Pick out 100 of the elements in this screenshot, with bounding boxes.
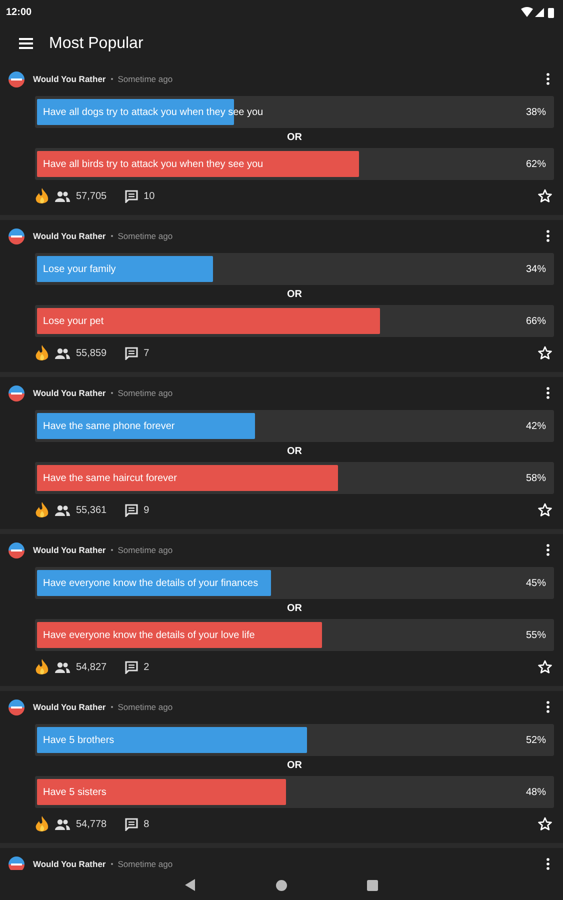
voter-count: 54,827 <box>76 662 107 672</box>
back-icon[interactable] <box>185 879 196 891</box>
option-text: Have 5 brothers <box>43 734 114 746</box>
recents-icon[interactable] <box>367 880 378 890</box>
option-text: Lose your pet <box>43 316 104 326</box>
flame-icon <box>35 658 49 676</box>
comment-count: 8 <box>144 818 150 830</box>
avatar-icon <box>8 384 25 402</box>
voter-count: 54,778 <box>76 818 107 830</box>
flame-icon <box>35 816 49 832</box>
avatar-icon <box>8 228 25 244</box>
option-bar[interactable]: Have the same haircut forever 58% <box>35 462 554 494</box>
or-label: OR <box>286 445 303 459</box>
option-percent: 55% <box>526 630 546 640</box>
more-icon[interactable] <box>546 858 550 870</box>
flame-icon <box>35 188 49 204</box>
option-text: Have the same phone forever <box>43 420 175 432</box>
option-text: Have the same haircut forever <box>43 472 177 484</box>
menu-icon[interactable] <box>19 38 33 49</box>
post-time: Sometime ago <box>118 702 173 712</box>
comment-icon[interactable] <box>124 818 138 830</box>
author-name: Would You Rather <box>33 388 106 398</box>
comment-icon[interactable] <box>124 504 138 516</box>
option-percent: 45% <box>526 578 546 588</box>
people-icon <box>55 818 70 830</box>
flame-icon <box>35 502 49 518</box>
option-bar[interactable]: Have the same phone forever 42% <box>35 410 554 442</box>
dot-separator <box>110 549 113 551</box>
more-icon[interactable] <box>546 230 550 242</box>
screen-title: Most Popular <box>49 34 144 52</box>
post-time: Sometime ago <box>118 231 173 241</box>
author-name: Would You Rather <box>33 545 106 555</box>
option-percent: 34% <box>526 264 546 274</box>
comment-icon[interactable] <box>124 660 138 674</box>
people-icon <box>55 348 70 358</box>
author-name: Would You Rather <box>33 74 106 84</box>
dot-separator <box>110 78 113 80</box>
option-bar[interactable]: Have everyone know the details of your love life 55% <box>35 619 554 651</box>
option-percent: 52% <box>526 734 546 746</box>
star-icon[interactable] <box>538 817 552 831</box>
option-percent: 38% <box>526 106 546 118</box>
home-icon[interactable] <box>276 880 287 890</box>
option-bar[interactable]: Lose your family 34% <box>35 253 554 285</box>
author-name: Would You Rather <box>33 702 106 712</box>
star-icon[interactable] <box>538 346 552 360</box>
voter-count: 55,859 <box>76 348 107 358</box>
option-bar[interactable]: Have everyone know the details of your finances 45% <box>35 567 554 599</box>
option-bar[interactable]: Lose your pet 66% <box>35 305 554 337</box>
comment-icon[interactable] <box>124 346 138 360</box>
comment-count: 10 <box>144 190 155 202</box>
comment-count: 9 <box>144 504 150 516</box>
or-label: OR <box>286 131 303 145</box>
post-time: Sometime ago <box>118 388 173 398</box>
comment-icon[interactable] <box>124 190 138 202</box>
option-text: Have everyone know the details of your love life <box>43 630 255 640</box>
more-icon[interactable] <box>546 701 550 713</box>
option-text: Lose your family <box>43 264 116 274</box>
comment-count: 7 <box>144 348 150 358</box>
more-icon[interactable] <box>546 387 550 399</box>
avatar-icon <box>8 856 25 870</box>
post-time: Sometime ago <box>118 74 173 84</box>
people-icon <box>55 504 70 516</box>
author-name: Would You Rather <box>33 859 106 869</box>
comment-count: 2 <box>144 662 150 672</box>
status-icons <box>521 6 555 18</box>
or-label: OR <box>286 602 303 616</box>
option-percent: 58% <box>526 472 546 484</box>
post-time: Sometime ago <box>118 859 173 869</box>
dot-separator <box>110 863 113 865</box>
option-percent: 42% <box>526 420 546 432</box>
option-bar[interactable]: Have all birds try to attack you when they see you 62% <box>35 148 554 180</box>
post-time: Sometime ago <box>118 545 173 555</box>
voter-count: 57,705 <box>76 190 107 202</box>
more-icon[interactable] <box>546 544 550 556</box>
star-icon[interactable] <box>538 503 552 517</box>
people-icon <box>55 662 70 672</box>
option-percent: 62% <box>526 158 546 170</box>
option-text: Have everyone know the details of your finances <box>43 578 258 588</box>
option-bar[interactable]: Have 5 brothers 52% <box>35 724 554 756</box>
voter-count: 55,361 <box>76 504 107 516</box>
option-percent: 48% <box>526 786 546 798</box>
avatar-icon <box>8 70 25 88</box>
people-icon <box>55 190 70 202</box>
author-name: Would You Rather <box>33 231 106 241</box>
option-text: Have all birds try to attack you when they see you <box>43 158 264 170</box>
status-time: 12:00 <box>6 6 32 18</box>
avatar-icon <box>8 698 25 716</box>
option-bar[interactable]: Have 5 sisters 48% <box>35 776 554 808</box>
more-icon[interactable] <box>546 73 550 85</box>
dot-separator <box>110 235 113 237</box>
dot-separator <box>110 392 113 394</box>
option-text: Have 5 sisters <box>43 786 106 798</box>
star-icon[interactable] <box>538 660 552 674</box>
option-percent: 66% <box>526 316 546 326</box>
or-label: OR <box>286 759 303 773</box>
or-label: OR <box>286 288 303 302</box>
star-icon[interactable] <box>538 189 552 203</box>
avatar-icon <box>8 542 25 558</box>
dot-separator <box>110 706 113 708</box>
flame-icon <box>35 344 49 362</box>
